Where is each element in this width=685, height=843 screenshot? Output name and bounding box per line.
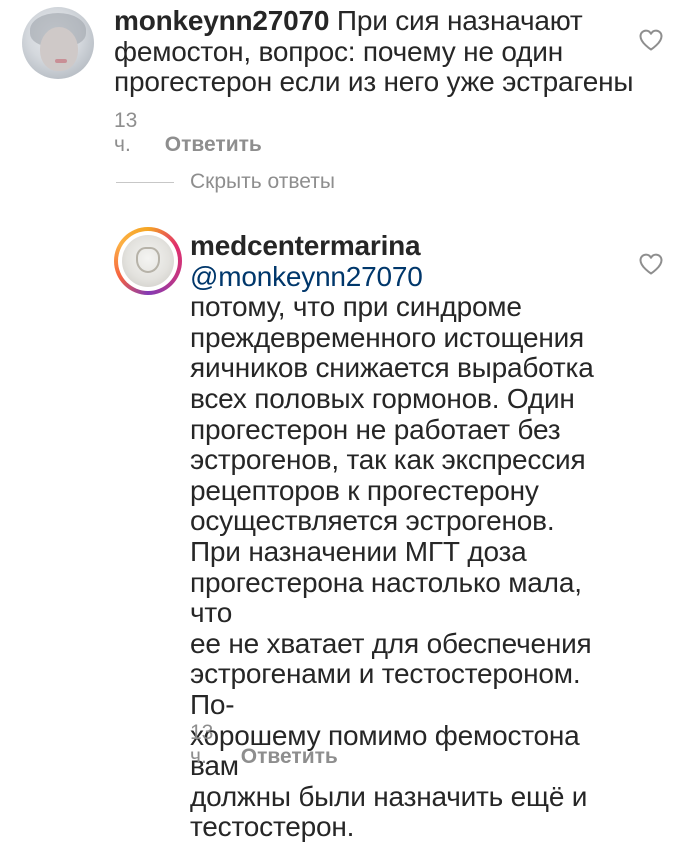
logo-emblem xyxy=(136,247,160,273)
avatar-lips xyxy=(55,59,67,63)
reply-line: яичников снижается выработка xyxy=(190,352,594,384)
heart-icon[interactable] xyxy=(638,28,664,52)
reply-meta: 13 ч. Ответить xyxy=(190,721,338,769)
comment-meta: 13 ч. Ответить xyxy=(114,109,262,157)
reply-mention-link[interactable]: @monkeynn27070 xyxy=(190,261,423,292)
reply-line: ее не хватает для обеспечения xyxy=(190,627,592,659)
reply-line: потому, что при синдроме xyxy=(190,291,522,323)
reply-line: осуществляется эстрогенов. xyxy=(190,505,555,537)
reply-username[interactable]: medcentermarina xyxy=(190,230,421,261)
comment-timestamp: 13 ч. xyxy=(114,109,138,156)
reply-line: рецепторов к прогестерону xyxy=(190,474,539,506)
reply-line: всех половых гормонов. Один xyxy=(190,382,575,414)
reply-first-line: medcentermarina @monkeynn27070 xyxy=(190,230,630,292)
comment-text: monkeynn27070 При сия назначают фемостон… xyxy=(114,5,634,98)
comment-text-start: При сия назначают xyxy=(336,5,583,36)
reply-line: эстрогенами и тестостероном. По- xyxy=(190,658,581,720)
brand-avatar[interactable] xyxy=(114,227,182,295)
reply-line: эстрогенов, так как экспрессия xyxy=(190,444,586,476)
reply-line: должны были назначить ещё и xyxy=(190,780,588,812)
hide-replies-toggle[interactable]: Скрыть ответы xyxy=(116,170,335,194)
comment-first-line: monkeynn27070 При сия назначают xyxy=(114,5,634,37)
reply-button[interactable]: Ответить xyxy=(241,745,338,768)
comment-line: прогестерон если из него уже эстрагены xyxy=(114,66,634,98)
reply-button[interactable]: Ответить xyxy=(165,133,262,156)
reply-timestamp: 13 ч. xyxy=(190,721,214,768)
reply-line: прогестерона настолько мала, что xyxy=(190,566,582,629)
heart-icon[interactable] xyxy=(638,252,664,276)
reply-line: прогестерон не работает без xyxy=(190,413,561,445)
reply-line: преждевременного истощения xyxy=(190,321,585,353)
avatar-face xyxy=(40,27,78,71)
comment-username[interactable]: monkeynn27070 xyxy=(114,5,329,36)
user-avatar[interactable] xyxy=(22,7,94,79)
hide-replies-label: Скрыть ответы xyxy=(190,170,335,193)
reply-line: тестостерон. xyxy=(190,811,355,843)
divider-line xyxy=(116,181,174,183)
comment-line: фемостон, вопрос: почему не один xyxy=(114,35,563,67)
reply-line: При назначении МГТ доза xyxy=(190,535,527,567)
